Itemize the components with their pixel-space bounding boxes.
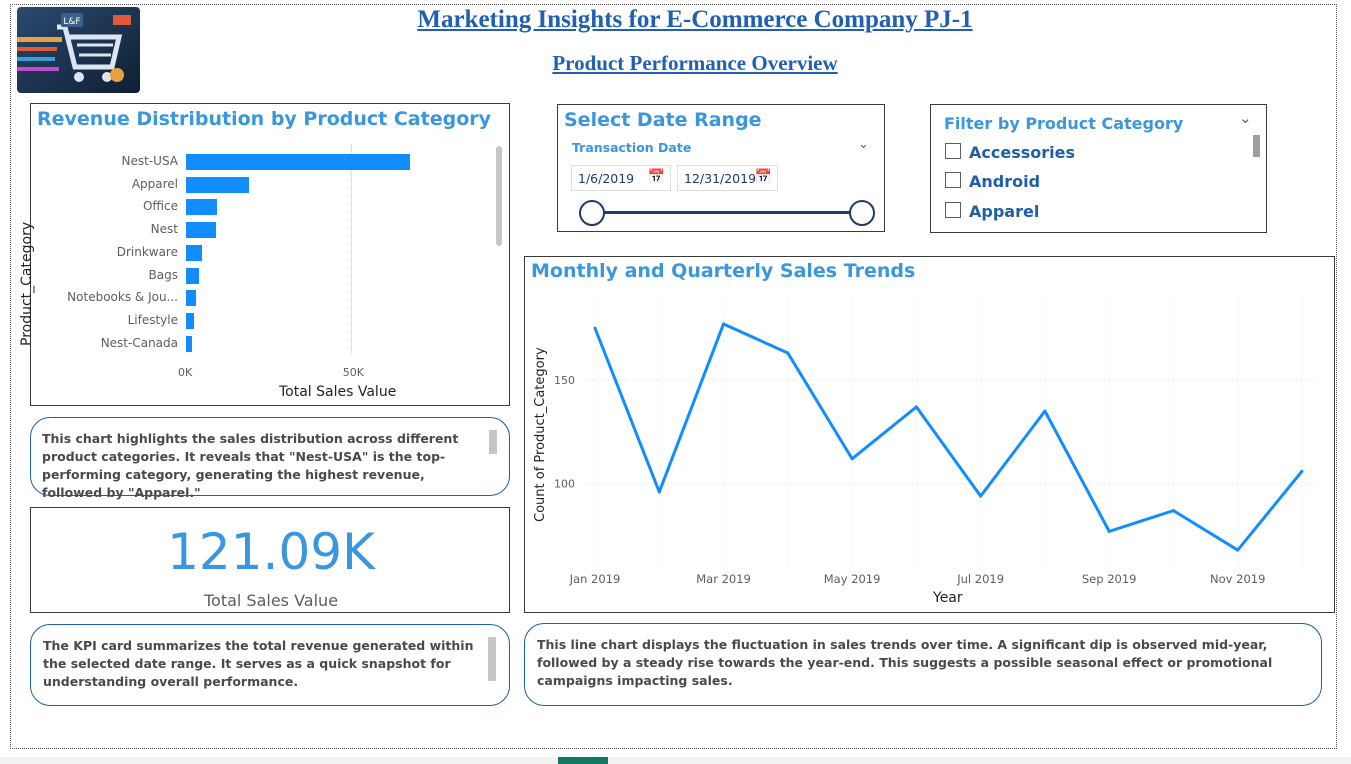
filter-option-accessories[interactable]: Accessories [969, 143, 1075, 162]
report-title: Marketing Insights for E-Commerce Compan… [417, 6, 973, 33]
filter-option-apparel[interactable]: Apparel [969, 202, 1039, 221]
revenue-chart-scrollbar[interactable] [496, 146, 502, 246]
trend-point[interactable] [914, 405, 918, 409]
slider-handle-start-icon[interactable] [579, 200, 605, 226]
logo-text: L&F [63, 17, 80, 27]
kpi-value: 121.09K [167, 523, 375, 581]
report-subtitle: Product Performance Overview [552, 51, 838, 75]
revenue-bar[interactable] [186, 176, 249, 193]
calendar-icon[interactable]: 📅 [755, 169, 772, 185]
date-slider-track[interactable] [591, 211, 863, 214]
category-filter-title: Filter by Product Category [944, 114, 1184, 133]
revenue-note: This chart highlights the sales distribu… [30, 417, 510, 500]
revenue-bar[interactable] [186, 222, 216, 239]
checkbox-icon[interactable] [945, 202, 961, 218]
trend-point[interactable] [1300, 469, 1304, 473]
trend-chart-svg: 100 150 Jan 2019 Mar 2019 May 2019 Jul 2019 Se… [554, 297, 1315, 586]
trend-chart-panel[interactable]: Monthly and Quarterly Sales Trends 100 15… [524, 256, 1335, 613]
trend-point[interactable] [593, 326, 597, 330]
date-slicer-title: Select Date Range [564, 109, 762, 131]
active-page-tab[interactable] [558, 757, 608, 764]
date-field-label: Transaction Date [572, 140, 692, 155]
trend-point[interactable] [850, 457, 854, 461]
trend-point[interactable] [1043, 409, 1047, 413]
category-filter-slicer[interactable]: Filter by Product Category ⌄ Accessories… [930, 104, 1267, 233]
filter-scrollbar[interactable] [1253, 135, 1260, 157]
trend-line-chart: 100 150 Jan 2019 Mar 2019 May 2019 Jul 2019 Se… [525, 257, 1336, 614]
checkbox-icon[interactable] [945, 172, 961, 188]
revenue-x-tick: 0K [178, 366, 193, 379]
trend-x-tick: Sep 2019 [1082, 572, 1137, 586]
kpi-label: Total Sales Value [203, 591, 339, 610]
trend-point[interactable] [1236, 548, 1240, 552]
revenue-y-axis-title: Product_Category [19, 221, 35, 346]
category-label: Nest-USA [121, 154, 178, 168]
date-range-slicer[interactable]: Select Date Range Transaction Date ⌄ 1/6… [557, 104, 885, 232]
revenue-bar[interactable] [186, 267, 200, 284]
category-label: Apparel [131, 176, 178, 191]
revenue-note-scrollbar[interactable] [489, 430, 497, 454]
revenue-bar[interactable] [186, 154, 410, 170]
page-tabs-strip [0, 757, 1351, 764]
trend-x-tick: Jul 2019 [956, 572, 1004, 586]
revenue-x-tick: 50K [342, 366, 364, 379]
calendar-icon[interactable]: 📅 [648, 169, 665, 185]
revenue-bar[interactable] [186, 312, 195, 329]
kpi-note-scrollbar[interactable] [488, 637, 496, 681]
revenue-bar[interactable] [186, 290, 196, 307]
trend-x-tick: Nov 2019 [1210, 572, 1265, 586]
filter-option-android[interactable]: Android [969, 172, 1040, 191]
end-date-input[interactable]: 12/31/2019 📅 [677, 165, 778, 191]
category-label: Drinkware [116, 244, 178, 259]
kpi-note: The KPI card summarizes the total revenu… [30, 624, 510, 706]
trend-y-tick: 100 [554, 478, 575, 491]
revenue-note-text: This chart highlights the sales distribu… [42, 431, 459, 500]
start-date-value: 1/6/2019 [578, 171, 635, 186]
kpi-note-text: The KPI card summarizes the total revenu… [43, 638, 474, 689]
trend-x-tick: Jan 2019 [569, 572, 621, 586]
trend-point[interactable] [1171, 509, 1175, 513]
trend-y-tick: 150 [554, 374, 575, 387]
category-label: Nest-Canada [100, 335, 178, 350]
category-label: Nest [150, 222, 178, 237]
revenue-chart-panel[interactable]: Revenue Distribution by Product Category… [19, 103, 511, 407]
revenue-gridline [350, 144, 352, 354]
revenue-bar[interactable] [186, 244, 203, 261]
revenue-bar[interactable] [186, 335, 192, 352]
trend-x-tick: May 2019 [824, 572, 881, 586]
chevron-down-icon[interactable]: ⌄ [1239, 109, 1252, 127]
trend-note: This line chart displays the fluctuation… [524, 623, 1322, 706]
end-date-value: 12/31/2019 [684, 171, 757, 186]
slider-handle-end-icon[interactable] [849, 200, 875, 226]
category-label: Bags [148, 267, 178, 282]
trend-y-axis-title: Count of Product_Category [533, 347, 548, 522]
logo-icon: L&F [17, 7, 140, 93]
revenue-bar-chart: Nest-USA Apparel Office Nest Drinkware Bags No… [31, 104, 511, 407]
trend-point[interactable] [786, 351, 790, 355]
revenue-bar[interactable] [186, 199, 218, 216]
checkbox-icon[interactable] [945, 143, 961, 159]
start-date-input[interactable]: 1/6/2019 📅 [571, 165, 671, 191]
trend-point[interactable] [979, 494, 983, 498]
chevron-down-icon[interactable]: ⌄ [858, 137, 869, 152]
trend-series-line[interactable] [593, 322, 1304, 552]
trend-point[interactable] [657, 490, 661, 494]
kpi-card[interactable]: 121.09K Total Sales Value [30, 507, 510, 613]
category-label: Notebooks & Jou... [67, 290, 178, 305]
category-label: Office [142, 199, 178, 214]
trend-note-text: This line chart displays the fluctuation… [537, 637, 1273, 688]
trend-x-axis-title: Year [933, 590, 963, 606]
trend-point[interactable] [1107, 529, 1111, 533]
trend-point[interactable] [722, 322, 726, 326]
category-label: Lifestyle [127, 312, 178, 327]
trend-x-tick: Mar 2019 [696, 572, 751, 586]
revenue-x-axis-title: Total Sales Value [279, 384, 397, 400]
